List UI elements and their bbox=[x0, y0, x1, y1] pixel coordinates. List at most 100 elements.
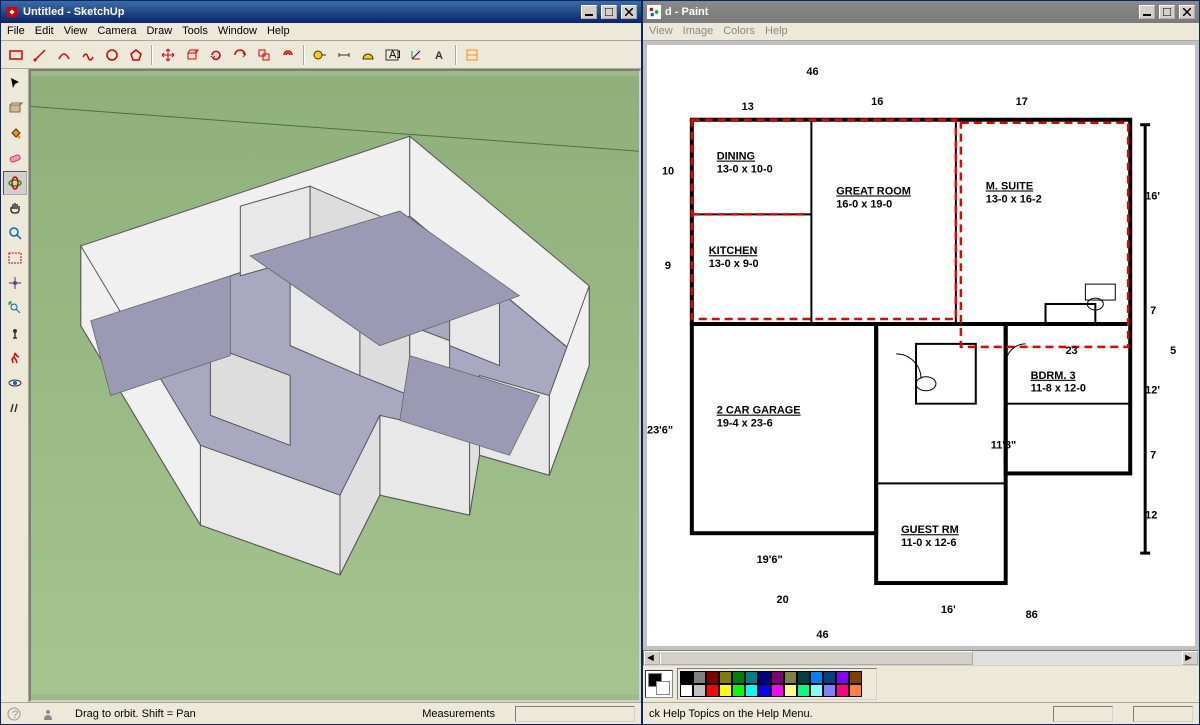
color-swatch[interactable] bbox=[745, 671, 758, 684]
paint-menu-image[interactable]: Image bbox=[683, 25, 714, 38]
zoom-tool-icon[interactable] bbox=[3, 221, 27, 245]
color-swatch[interactable] bbox=[719, 684, 732, 697]
sketchup-viewport[interactable] bbox=[29, 69, 641, 702]
color-swatch[interactable] bbox=[810, 671, 823, 684]
menu-view[interactable]: View bbox=[64, 25, 88, 38]
sketchup-toolbar: A1 A bbox=[1, 41, 641, 69]
pan-tool-icon[interactable] bbox=[3, 196, 27, 220]
color-fg-bg[interactable] bbox=[645, 670, 673, 698]
line-tool-icon[interactable] bbox=[29, 44, 51, 66]
paint-menu-colors[interactable]: Colors bbox=[723, 25, 755, 38]
color-swatch[interactable] bbox=[680, 671, 693, 684]
color-swatch[interactable] bbox=[810, 684, 823, 697]
color-swatch[interactable] bbox=[836, 671, 849, 684]
text-tool-icon[interactable]: A1 bbox=[381, 44, 403, 66]
color-swatch[interactable] bbox=[784, 684, 797, 697]
paint-hscrollbar[interactable]: ◄ ► bbox=[643, 650, 1199, 666]
sketchup-side-toolbar bbox=[1, 69, 29, 702]
svg-text:13-0 x 10-0: 13-0 x 10-0 bbox=[717, 164, 773, 176]
move-tool-icon[interactable] bbox=[157, 44, 179, 66]
color-swatch[interactable] bbox=[758, 671, 771, 684]
component-tool-icon[interactable] bbox=[3, 96, 27, 120]
color-swatch[interactable] bbox=[797, 684, 810, 697]
previous-tool-icon[interactable] bbox=[3, 296, 27, 320]
tape-tool-icon[interactable] bbox=[309, 44, 331, 66]
color-swatch[interactable] bbox=[706, 671, 719, 684]
svg-text:20: 20 bbox=[777, 594, 789, 606]
color-swatch[interactable] bbox=[758, 684, 771, 697]
paint-titlebar[interactable]: d - Paint bbox=[643, 1, 1199, 23]
color-swatch[interactable] bbox=[797, 671, 810, 684]
color-swatch[interactable] bbox=[849, 671, 862, 684]
menu-edit[interactable]: Edit bbox=[35, 25, 54, 38]
select-tool-icon[interactable] bbox=[3, 71, 27, 95]
color-swatch[interactable] bbox=[745, 684, 758, 697]
color-swatch[interactable] bbox=[680, 684, 693, 697]
paint-menu-view[interactable]: View bbox=[649, 25, 673, 38]
freehand-tool-icon[interactable] bbox=[77, 44, 99, 66]
arc-tool-icon[interactable] bbox=[53, 44, 75, 66]
paint-minimize-button[interactable] bbox=[1139, 5, 1155, 19]
paint-statusbar: ck Help Topics on the Help Menu. bbox=[643, 702, 1199, 724]
followme-tool-icon[interactable] bbox=[229, 44, 251, 66]
paint-menu-help[interactable]: Help bbox=[765, 25, 788, 38]
scale-tool-icon[interactable] bbox=[253, 44, 275, 66]
section-plane-tool-icon[interactable] bbox=[3, 396, 27, 420]
sketchup-titlebar[interactable]: Untitled - SketchUp bbox=[1, 1, 641, 23]
color-swatch[interactable] bbox=[693, 684, 706, 697]
section-tool-icon[interactable] bbox=[461, 44, 483, 66]
paint-close-button[interactable] bbox=[1179, 5, 1195, 19]
rotate-tool-icon[interactable] bbox=[205, 44, 227, 66]
paint-canvas[interactable]: DINING 13-0 x 10-0 GREAT ROOM 16-0 x 19-… bbox=[647, 45, 1195, 646]
measurements-input[interactable] bbox=[515, 706, 635, 722]
paint-maximize-button[interactable] bbox=[1159, 5, 1175, 19]
sketchup-app-icon bbox=[5, 5, 19, 19]
polygon-tool-icon[interactable] bbox=[125, 44, 147, 66]
color-swatch[interactable] bbox=[719, 671, 732, 684]
pushpull-tool-icon[interactable] bbox=[181, 44, 203, 66]
menu-window[interactable]: Window bbox=[218, 25, 257, 38]
protractor-tool-icon[interactable] bbox=[357, 44, 379, 66]
zoom-window-tool-icon[interactable] bbox=[3, 246, 27, 270]
eraser-tool-icon[interactable] bbox=[3, 146, 27, 170]
close-button[interactable] bbox=[621, 5, 637, 19]
color-swatch[interactable] bbox=[823, 684, 836, 697]
color-swatch[interactable] bbox=[823, 671, 836, 684]
axes-tool-icon[interactable] bbox=[405, 44, 427, 66]
maximize-button[interactable] bbox=[601, 5, 617, 19]
color-swatch[interactable] bbox=[836, 684, 849, 697]
paint-coords bbox=[1053, 706, 1113, 722]
color-swatch[interactable] bbox=[771, 684, 784, 697]
3dtext-tool-icon[interactable]: A bbox=[429, 44, 451, 66]
scroll-left-icon[interactable]: ◄ bbox=[644, 651, 660, 665]
scroll-right-icon[interactable]: ► bbox=[1182, 651, 1198, 665]
menu-draw[interactable]: Draw bbox=[146, 25, 172, 38]
color-swatch[interactable] bbox=[693, 671, 706, 684]
menu-file[interactable]: File bbox=[7, 25, 25, 38]
minimize-button[interactable] bbox=[581, 5, 597, 19]
menu-tools[interactable]: Tools bbox=[182, 25, 208, 38]
orbit-tool-icon[interactable] bbox=[3, 171, 27, 195]
svg-text:86: 86 bbox=[1026, 609, 1038, 621]
color-swatch[interactable] bbox=[732, 671, 745, 684]
svg-text:A: A bbox=[435, 50, 443, 62]
info-icon: ? bbox=[7, 707, 21, 721]
zoom-extents-tool-icon[interactable] bbox=[3, 271, 27, 295]
dimension-tool-icon[interactable] bbox=[333, 44, 355, 66]
color-swatch[interactable] bbox=[706, 684, 719, 697]
circle-tool-icon[interactable] bbox=[101, 44, 123, 66]
color-swatch[interactable] bbox=[732, 684, 745, 697]
offset-tool-icon[interactable] bbox=[277, 44, 299, 66]
walk-tool-icon[interactable] bbox=[3, 346, 27, 370]
color-swatch[interactable] bbox=[784, 671, 797, 684]
position-camera-tool-icon[interactable] bbox=[3, 321, 27, 345]
color-swatch[interactable] bbox=[771, 671, 784, 684]
look-around-tool-icon[interactable] bbox=[3, 371, 27, 395]
rectangle-tool-icon[interactable] bbox=[5, 44, 27, 66]
menu-help[interactable]: Help bbox=[267, 25, 290, 38]
color-swatch[interactable] bbox=[849, 684, 862, 697]
menu-camera[interactable]: Camera bbox=[97, 25, 136, 38]
svg-text:2 CAR GARAGE: 2 CAR GARAGE bbox=[717, 405, 801, 417]
paint-bucket-tool-icon[interactable] bbox=[3, 121, 27, 145]
svg-text:12': 12' bbox=[1145, 385, 1160, 397]
